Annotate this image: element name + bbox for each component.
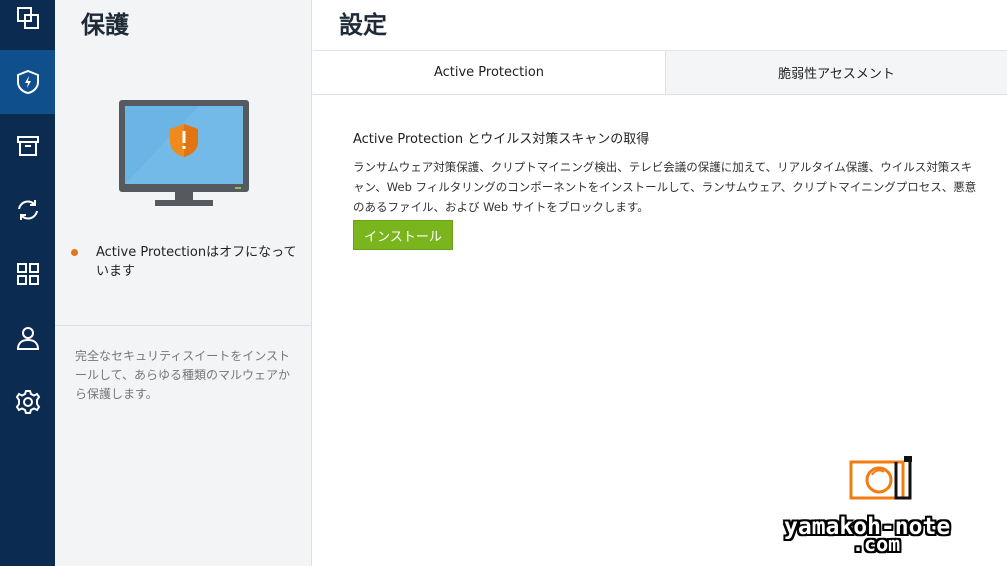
nav-item-tools[interactable] — [0, 242, 55, 306]
protection-panel: 保護 Active Protectionはオフになっています 完全なセキュリティ… — [55, 0, 312, 566]
gear-icon — [15, 390, 40, 414]
nav-item-settings[interactable] — [0, 370, 55, 434]
settings-title: 設定 — [339, 11, 387, 39]
tab-vulnerability-assessment[interactable]: 脆弱性アセスメント — [665, 51, 1007, 94]
settings-tabs: Active Protection 脆弱性アセスメント — [313, 51, 1007, 95]
watermark-domain: .com — [852, 532, 901, 556]
copy-icon — [16, 7, 39, 29]
content-heading: Active Protection とウイルス対策スキャンの取得 — [353, 132, 650, 147]
nav-item-sync[interactable] — [0, 178, 55, 242]
status-dot — [71, 249, 78, 256]
nav-item-backup[interactable] — [0, 0, 55, 50]
nav-item-protection[interactable] — [0, 50, 55, 114]
settings-content: Active Protection とウイルス対策スキャンの取得 ランサムウェア… — [353, 128, 983, 217]
install-button[interactable]: インストール — [353, 220, 453, 250]
content-body: ランサムウェア対策保護、クリプトマイニング検出、テレビ会議の保護に加えて、リアル… — [353, 160, 977, 214]
settings-header: 設定 — [313, 0, 1007, 51]
status-text: Active Protectionはオフになっています — [96, 245, 297, 279]
nav-item-archive[interactable] — [0, 114, 55, 178]
shield-icon — [16, 69, 39, 95]
apps-grid-icon — [16, 263, 39, 285]
divider — [55, 325, 312, 326]
protection-description: 完全なセキュリティスイートをインストールして、あらゆる種類のマルウェアから保護し… — [75, 349, 291, 401]
nav-item-account[interactable] — [0, 306, 55, 370]
protection-title: 保護 — [81, 11, 129, 39]
account-icon — [16, 327, 39, 350]
status-row: Active Protectionはオフになっています — [71, 243, 303, 281]
sync-icon — [17, 200, 38, 220]
camera-logo-icon — [849, 456, 912, 500]
nav-rail — [0, 0, 55, 566]
monitor-shield-illustration — [119, 100, 249, 206]
archive-icon — [16, 136, 39, 156]
tab-active-protection[interactable]: Active Protection — [313, 51, 665, 94]
